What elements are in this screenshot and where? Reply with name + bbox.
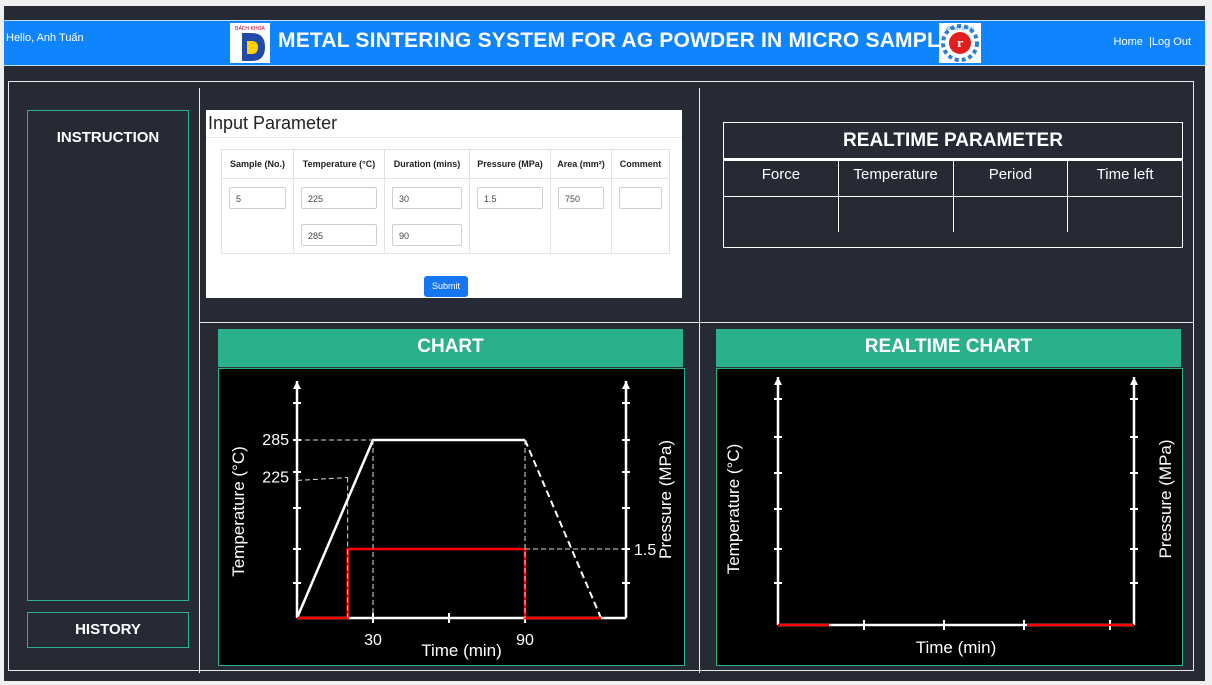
realtime-chart-title: REALTIME CHART	[716, 329, 1181, 369]
realtime-chart-svg: Time (min) Temperature (°C) Pressure (MPa)	[724, 377, 1175, 657]
chart-title: CHART	[218, 329, 683, 369]
divider	[699, 88, 700, 673]
y-axis-label: Temperature (°C)	[724, 444, 743, 575]
temperature-input-1[interactable]: 225	[301, 186, 377, 209]
divider	[206, 137, 682, 138]
y2-axis-label: Pressure (MPa)	[1156, 439, 1175, 558]
temperature-cooldown-line	[524, 439, 602, 619]
temperature-value	[839, 197, 954, 232]
temperature-input-2[interactable]: 285	[301, 223, 377, 246]
parameter-table: Sample (No.) Temperature (°C) Duration (…	[221, 149, 670, 254]
area-input[interactable]: 750	[558, 186, 604, 209]
user-greeting: Hello, Anh Tuấn	[6, 32, 84, 44]
faculty-logo: r KHOA CƠ KHÍ	[939, 23, 981, 63]
top-nav: Home |Log Out	[1114, 36, 1191, 48]
column-header: Force	[724, 161, 839, 197]
x-tick-label: 90	[516, 632, 534, 649]
history-label: HISTORY	[75, 621, 141, 638]
y2-axis-arrow	[1130, 377, 1138, 385]
svg-text:KHOA CƠ KHÍ: KHOA CƠ KHÍ	[946, 26, 974, 31]
input-parameter-card: Input Parameter Sample (No.) Temperature…	[206, 110, 682, 298]
comment-input[interactable]	[619, 186, 662, 209]
y-tick-label: 225	[262, 469, 289, 486]
guide-line	[296, 476, 348, 481]
period-value	[954, 197, 1069, 232]
column-header: Area (mm²)	[550, 149, 612, 179]
realtime-parameter-title: REALTIME PARAMETER	[724, 123, 1182, 161]
university-logo: BÁCH KHOA	[230, 23, 270, 63]
column-header: Duration (mins)	[384, 149, 470, 179]
y2-axis-label: Pressure (MPa)	[656, 440, 675, 559]
chart-plot: 285 225 1.5 30 90 Time (min) Temperature (°C) P…	[218, 368, 685, 666]
x-tick-label: 30	[364, 632, 382, 649]
x-axis-label: Time (min)	[421, 641, 502, 660]
chart-svg: 285 225 1.5 30 90 Time (min) Temperature (°C) P…	[229, 381, 675, 660]
submit-button[interactable]: Submit	[424, 276, 468, 297]
column-header: Temperature (°C)	[293, 149, 385, 179]
pressure-line	[297, 547, 601, 620]
duration-input-1[interactable]: 30	[392, 186, 462, 209]
sample-input[interactable]: 5	[229, 186, 286, 209]
time-left-value	[1068, 197, 1182, 232]
duration-input-2[interactable]: 90	[392, 223, 462, 246]
realtime-parameter-table: REALTIME PARAMETER Force Temperature Per…	[723, 122, 1183, 248]
instruction-panel[interactable]: INSTRUCTION	[27, 110, 189, 601]
temperature-line	[295, 438, 525, 619]
table-row: 285 90	[221, 216, 670, 254]
divider	[199, 88, 200, 673]
divider	[199, 322, 1194, 323]
column-header: Comment	[611, 149, 670, 179]
input-parameter-title: Input Parameter	[208, 113, 338, 133]
top-strip	[4, 6, 1205, 20]
y2-tick-label: 1.5	[634, 542, 656, 559]
force-value	[724, 197, 839, 232]
history-button[interactable]: HISTORY	[27, 612, 189, 648]
table-row: 5 225 30 1.5 750	[221, 178, 670, 216]
header-bar: Hello, Anh Tuấn BÁCH KHOA METAL SINTERIN…	[4, 20, 1205, 66]
column-header: Sample (No.)	[221, 149, 294, 179]
realtime-chart-plot: Time (min) Temperature (°C) Pressure (MPa)	[716, 368, 1183, 666]
y-axis-label: Temperature (°C)	[229, 446, 248, 577]
logout-link[interactable]: |Log Out	[1149, 36, 1191, 48]
home-link[interactable]: Home	[1114, 36, 1143, 48]
y-axis-arrow	[774, 377, 782, 385]
pressure-input[interactable]: 1.5	[477, 186, 543, 209]
y-axis-arrow	[293, 381, 301, 389]
column-header: Pressure (MPa)	[469, 149, 551, 179]
y-tick-label: 285	[262, 432, 289, 449]
page-title: METAL SINTERING SYSTEM FOR AG POWDER IN …	[278, 29, 969, 52]
column-header: Period	[953, 161, 1069, 197]
svg-text:BÁCH KHOA: BÁCH KHOA	[235, 25, 265, 32]
column-header: Temperature	[838, 161, 954, 197]
y2-axis-arrow	[622, 381, 630, 389]
x-axis-label: Time (min)	[916, 638, 997, 657]
instruction-label: INSTRUCTION	[56, 129, 160, 146]
svg-text:r: r	[957, 37, 963, 50]
column-header: Time left	[1068, 161, 1182, 197]
